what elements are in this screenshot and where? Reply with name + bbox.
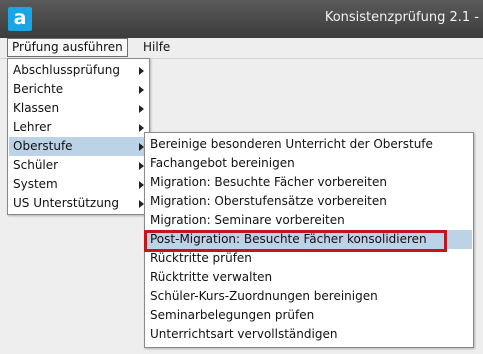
app-logo-icon: a — [8, 7, 32, 31]
menu-item-label: Schüler — [13, 158, 59, 172]
submenu-item-unterrichtsart-vervollstaendigen[interactable]: Unterrichtsart vervollständigen — [146, 325, 472, 344]
menu-hilfe[interactable]: Hilfe — [139, 39, 174, 56]
menu-item-label: Abschlussprüfung — [13, 63, 120, 77]
menu-item-klassen[interactable]: Klassen — [9, 99, 148, 118]
window-title: Konsistenzprüfung 2.1 - — [324, 10, 479, 25]
menu-item-label: System — [13, 177, 58, 191]
menu-item-label: US Unterstützung — [13, 196, 120, 210]
menu-item-abschlusspruefung[interactable]: Abschlussprüfung — [9, 61, 148, 80]
menu-item-lehrer[interactable]: Lehrer — [9, 118, 148, 137]
submenu-item-migration-besuchte-faecher[interactable]: Migration: Besuchte Fächer vorbereiten — [146, 173, 472, 192]
submenu-item-fachangebot-bereinigen[interactable]: Fachangebot bereinigen — [146, 154, 472, 173]
menu-item-label: Klassen — [13, 101, 60, 115]
highlight-annotation-box — [144, 230, 447, 252]
title-bar: a Konsistenzprüfung 2.1 - — [0, 0, 483, 38]
menu-item-schueler[interactable]: Schüler — [9, 156, 148, 175]
submenu-arrow-icon — [139, 124, 144, 132]
submenu-item-bereinige-besonderen-unterricht[interactable]: Bereinige besonderen Unterricht der Ober… — [146, 135, 472, 154]
submenu-item-ruecktritte-verwalten[interactable]: Rücktritte verwalten — [146, 268, 472, 287]
app-logo-letter: a — [13, 7, 27, 29]
submenu-item-migration-seminare[interactable]: Migration: Seminare vorbereiten — [146, 211, 472, 230]
menu-item-label: Berichte — [13, 82, 64, 96]
menu-pruefung-ausfuehren[interactable]: Prüfung ausführen — [7, 38, 128, 57]
submenu-item-migration-oberstufensaetze[interactable]: Migration: Oberstufensätze vorbereiten — [146, 192, 472, 211]
submenu-item-seminarbelegungen-pruefen[interactable]: Seminarbelegungen prüfen — [146, 306, 472, 325]
submenu-item-schueler-kurs-zuordnungen[interactable]: Schüler-Kurs-Zuordnungen bereinigen — [146, 287, 472, 306]
menu-item-berichte[interactable]: Berichte — [9, 80, 148, 99]
submenu-arrow-icon — [139, 86, 144, 94]
menu-item-label: Oberstufe — [13, 139, 73, 153]
menu-bar: Prüfung ausführen Hilfe — [0, 38, 483, 59]
menu-item-us-unterstuetzung[interactable]: US Unterstützung — [9, 194, 148, 213]
menu-item-system[interactable]: System — [9, 175, 148, 194]
submenu-arrow-icon — [139, 105, 144, 113]
submenu-arrow-icon — [139, 67, 144, 75]
menu-item-oberstufe[interactable]: Oberstufe — [9, 137, 148, 156]
main-menu-dropdown: Abschlussprüfung Berichte Klassen Lehrer… — [7, 58, 150, 215]
menu-item-label: Lehrer — [13, 120, 52, 134]
